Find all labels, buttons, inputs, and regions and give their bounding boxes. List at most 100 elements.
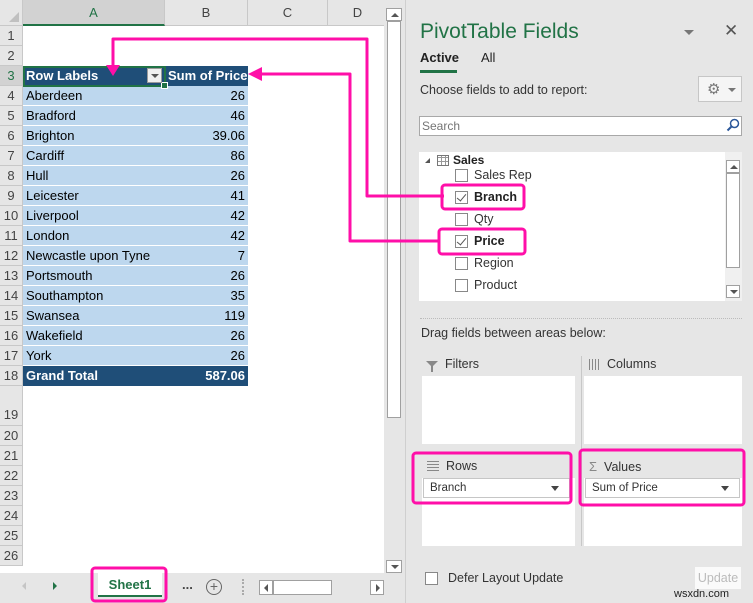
pivot-row-label[interactable]: London xyxy=(23,226,165,246)
pivot-row-value[interactable]: 39.06 xyxy=(165,126,248,146)
columns-drop-area[interactable] xyxy=(584,376,742,444)
pivot-row-label[interactable]: Aberdeen xyxy=(23,86,165,106)
pivot-row-label[interactable]: Hull xyxy=(23,166,165,186)
pivot-row-label[interactable]: Southampton xyxy=(23,286,165,306)
field-item-branch[interactable]: Branch xyxy=(455,187,517,207)
pivot-header-sum-of-price[interactable]: Sum of Price xyxy=(165,66,248,86)
values-field-sum-of-price[interactable]: Sum of Price xyxy=(585,478,740,498)
select-all-corner[interactable] xyxy=(0,0,23,26)
horizontal-scrollbar[interactable] xyxy=(259,580,384,595)
field-search-input[interactable] xyxy=(419,116,742,136)
pivot-row-value[interactable]: 35 xyxy=(165,286,248,306)
field-checkbox[interactable] xyxy=(455,278,468,292)
row-header-22[interactable]: 22 xyxy=(0,466,23,486)
row-header-20[interactable]: 20 xyxy=(0,426,23,446)
field-checkbox[interactable] xyxy=(455,256,468,270)
row-header-1[interactable]: 1 xyxy=(0,26,23,46)
field-checkbox[interactable] xyxy=(455,190,468,204)
pivot-row-value[interactable]: 42 xyxy=(165,206,248,226)
filters-drop-area[interactable] xyxy=(422,376,575,444)
row-header-21[interactable]: 21 xyxy=(0,446,23,466)
row-header-9[interactable]: 9 xyxy=(0,186,23,206)
tab-active[interactable]: Active xyxy=(420,50,459,73)
search-icon[interactable] xyxy=(726,118,740,132)
field-item-qty[interactable]: Qty xyxy=(455,209,493,229)
close-icon[interactable]: ✕ xyxy=(724,21,738,41)
row-header-11[interactable]: 11 xyxy=(0,226,23,246)
pivot-row-value[interactable]: 26 xyxy=(165,326,248,346)
pivot-row-value[interactable]: 86 xyxy=(165,146,248,166)
grand-total-label[interactable]: Grand Total xyxy=(23,366,165,386)
pivot-row-value[interactable]: 46 xyxy=(165,106,248,126)
field-list-scrollbar[interactable] xyxy=(725,152,742,301)
tab-all[interactable]: All xyxy=(481,50,495,65)
row-header-7[interactable]: 7 xyxy=(0,146,23,166)
pivot-row-label[interactable]: Newcastle upon Tyne xyxy=(23,246,165,266)
row-header-26[interactable]: 26 xyxy=(0,546,23,566)
rows-field-branch[interactable]: Branch xyxy=(423,478,570,498)
pivot-row-value[interactable]: 7 xyxy=(165,246,248,266)
pivot-row-label[interactable]: Bradford xyxy=(23,106,165,126)
row-header-5[interactable]: 5 xyxy=(0,106,23,126)
sheet-tab-sheet1[interactable]: Sheet1 xyxy=(98,573,162,597)
pivot-row-label[interactable]: York xyxy=(23,346,165,366)
pivot-row-label[interactable]: Wakefield xyxy=(23,326,165,346)
row-header-25[interactable]: 25 xyxy=(0,526,23,546)
pivot-row-value[interactable]: 42 xyxy=(165,226,248,246)
scroll-down-button[interactable] xyxy=(386,560,402,573)
defer-checkbox[interactable] xyxy=(425,571,438,585)
defer-layout-update[interactable]: Defer Layout Update xyxy=(425,571,563,585)
row-header-16[interactable]: 16 xyxy=(0,326,23,346)
field-item-region[interactable]: Region xyxy=(455,253,514,273)
pivot-row-label[interactable]: Brighton xyxy=(23,126,165,146)
next-sheet-icon[interactable] xyxy=(53,582,57,590)
pane-options-icon[interactable] xyxy=(684,30,694,35)
field-item-sales-rep[interactable]: Sales Rep xyxy=(455,165,532,185)
field-item-product[interactable]: Product xyxy=(455,275,517,295)
row-header-14[interactable]: 14 xyxy=(0,286,23,306)
vertical-scrollbar[interactable] xyxy=(386,8,402,573)
column-header-b[interactable]: B xyxy=(165,0,248,26)
scroll-up-button[interactable] xyxy=(386,8,402,21)
field-checkbox[interactable] xyxy=(455,168,468,182)
pivot-row-value[interactable]: 41 xyxy=(165,186,248,206)
row-header-10[interactable]: 10 xyxy=(0,206,23,226)
pivot-row-label[interactable]: Leicester xyxy=(23,186,165,206)
add-sheet-icon[interactable]: + xyxy=(206,579,222,595)
chevron-down-icon[interactable] xyxy=(721,486,729,491)
field-item-price[interactable]: Price xyxy=(455,231,505,251)
pivot-row-value[interactable]: 26 xyxy=(165,346,248,366)
row-header-13[interactable]: 13 xyxy=(0,266,23,286)
scroll-left-button[interactable] xyxy=(259,580,273,595)
update-button[interactable]: Update xyxy=(695,567,741,589)
worksheet-grid[interactable]: A B C D 1 2 3 4 5 6 7 8 9 10 11 12 13 14 15 16 17 18 19 20 2… xyxy=(0,0,384,573)
row-header-23[interactable]: 23 xyxy=(0,486,23,506)
scroll-thumb[interactable] xyxy=(726,173,740,268)
scroll-down-button[interactable] xyxy=(726,285,740,298)
pivot-row-label[interactable]: Swansea xyxy=(23,306,165,326)
column-header-d[interactable]: D xyxy=(328,0,384,26)
row-header-3[interactable]: 3 xyxy=(0,66,23,86)
row-labels-filter-dropdown[interactable] xyxy=(147,68,162,83)
pivot-row-value[interactable]: 26 xyxy=(165,86,248,106)
pivot-row-label[interactable]: Liverpool xyxy=(23,206,165,226)
row-header-12[interactable]: 12 xyxy=(0,246,23,266)
row-header-2[interactable]: 2 xyxy=(0,46,23,66)
column-header-c[interactable]: C xyxy=(248,0,328,26)
pivot-row-value[interactable]: 119 xyxy=(165,306,248,326)
scroll-thumb[interactable] xyxy=(387,21,401,418)
column-header-a[interactable]: A xyxy=(23,0,165,26)
pivot-row-value[interactable]: 26 xyxy=(165,266,248,286)
pivot-row-label[interactable]: Cardiff xyxy=(23,146,165,166)
collapse-icon[interactable] xyxy=(425,157,430,163)
row-header-17[interactable]: 17 xyxy=(0,346,23,366)
row-header-6[interactable]: 6 xyxy=(0,126,23,146)
row-header-19[interactable]: 19 xyxy=(0,386,23,426)
row-header-4[interactable]: 4 xyxy=(0,86,23,106)
horizontal-scroll-thumb[interactable] xyxy=(273,580,332,595)
scroll-right-button[interactable] xyxy=(370,580,384,595)
chevron-down-icon[interactable] xyxy=(551,486,559,491)
row-header-18[interactable]: 18 xyxy=(0,366,23,386)
tools-button[interactable]: ⚙ xyxy=(698,76,742,102)
pivot-row-label[interactable]: Portsmouth xyxy=(23,266,165,286)
